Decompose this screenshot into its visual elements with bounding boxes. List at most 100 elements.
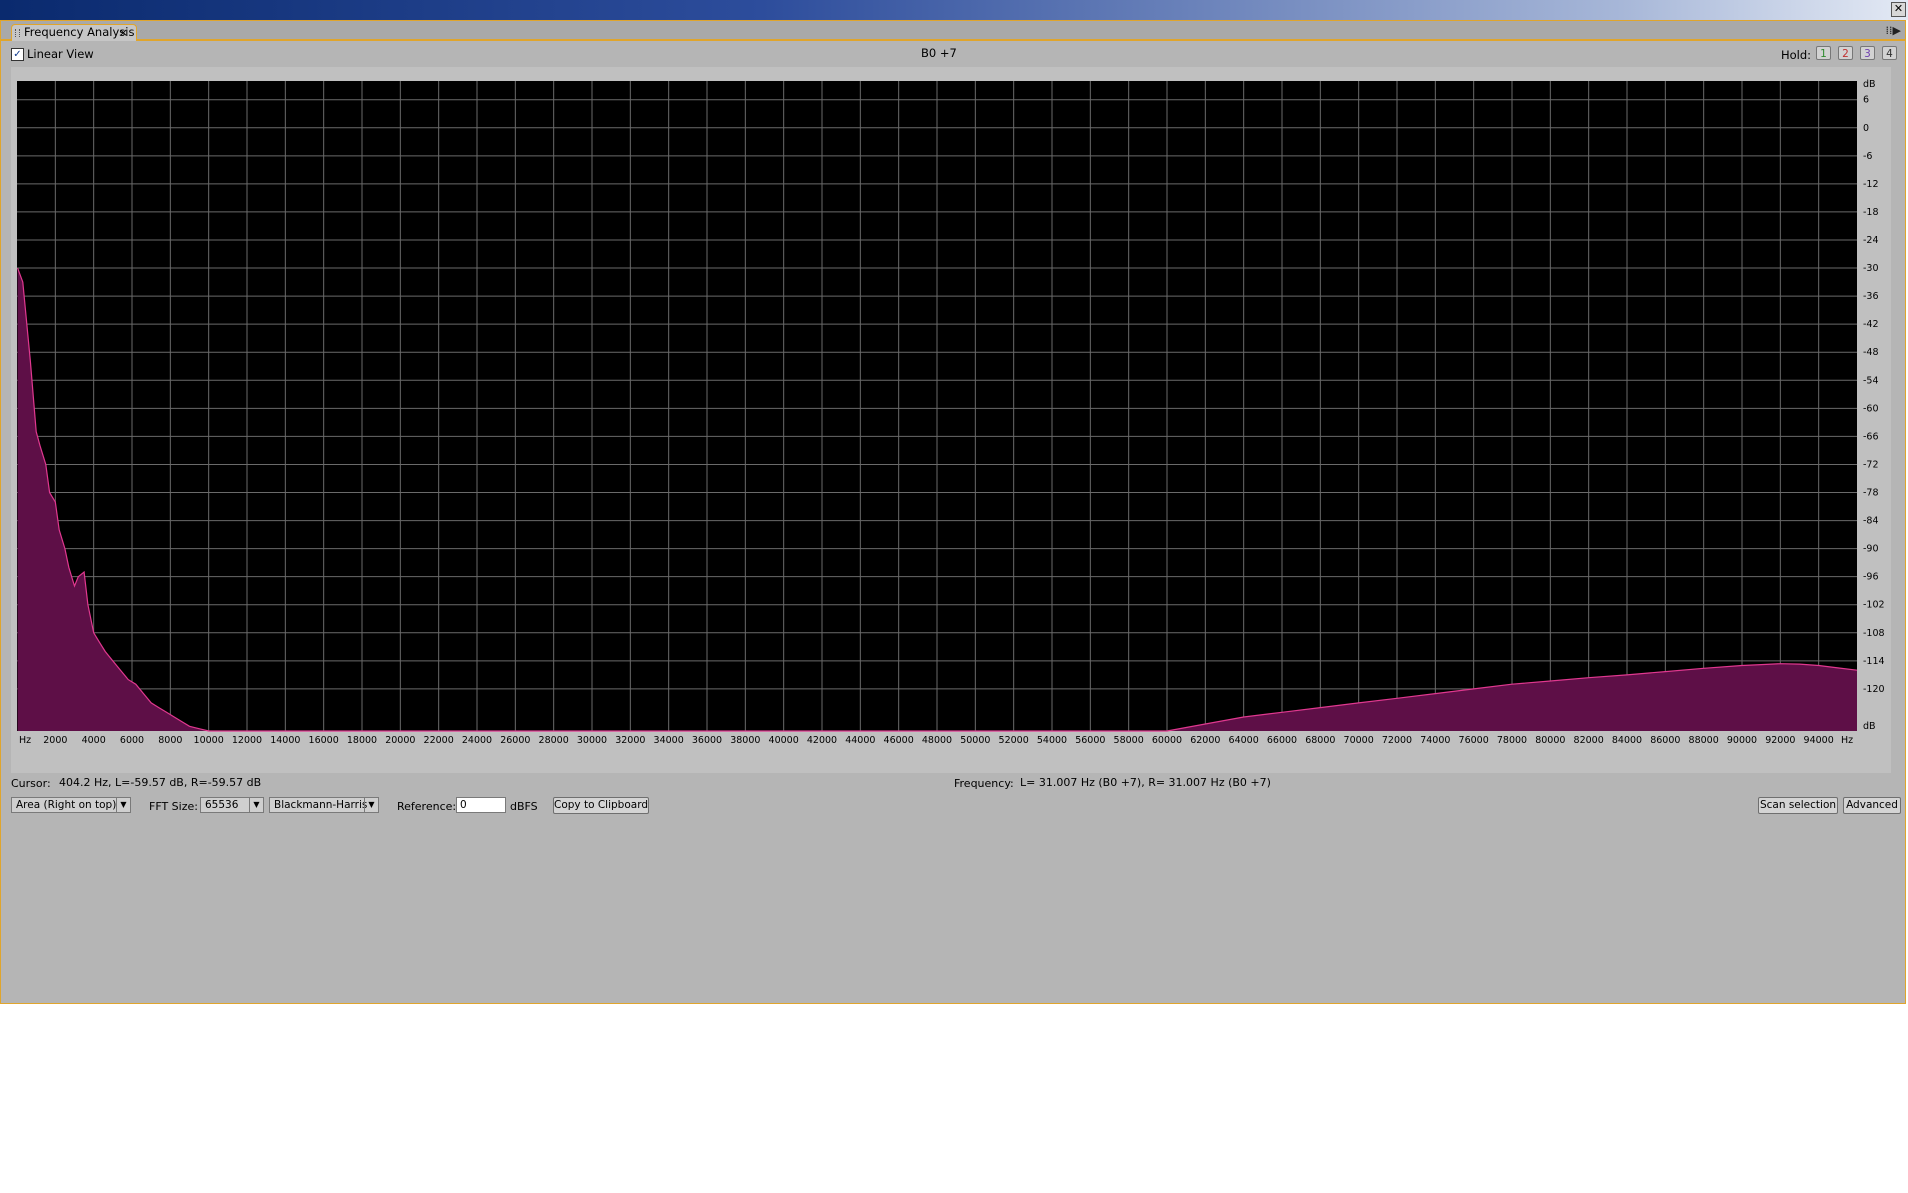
x-tick-label: 94000: [1804, 735, 1834, 746]
x-tick-label: 50000: [960, 735, 990, 746]
x-tick-label: 44000: [845, 735, 875, 746]
x-tick-label: 24000: [462, 735, 492, 746]
cursor-label: Cursor:: [11, 777, 51, 790]
x-tick-label: 42000: [807, 735, 837, 746]
y-tick-label: -12: [1863, 179, 1879, 190]
x-tick-label: 34000: [654, 735, 684, 746]
linear-view-checkbox[interactable]: ✓: [11, 48, 24, 61]
x-unit-label-right: Hz: [1841, 735, 1853, 746]
y-tick-label: -78: [1863, 488, 1879, 499]
x-tick-label: 88000: [1689, 735, 1719, 746]
frequency-readout: L= 31.007 Hz (B0 +7), R= 31.007 Hz (B0 +…: [1020, 776, 1271, 789]
scan-selection-button[interactable]: Scan selection: [1758, 797, 1838, 814]
y-tick-label: -108: [1863, 628, 1885, 639]
window-close-icon[interactable]: ✕: [1891, 2, 1906, 17]
x-tick-label: 46000: [884, 735, 914, 746]
window-function-dropdown[interactable]: Blackmann-Harris ▼: [269, 797, 379, 813]
status-bar: Cursor: 404.2 Hz, L=-59.57 dB, R=-59.57 …: [1, 773, 1905, 791]
y-tick-label: -18: [1863, 207, 1879, 218]
x-tick-label: 78000: [1497, 735, 1527, 746]
advanced-button[interactable]: Advanced: [1843, 797, 1901, 814]
x-tick-label: 4000: [82, 735, 106, 746]
x-tick-label: 82000: [1574, 735, 1604, 746]
x-tick-label: 22000: [424, 735, 454, 746]
y-unit-label-top: dB: [1863, 79, 1876, 90]
reference-input[interactable]: 0: [456, 797, 506, 813]
panel-menu-icon[interactable]: ⁞⁞▶: [1875, 24, 1901, 38]
frequency-analysis-panel: Frequency Analysis × ⁞⁞▶ ✓ Linear View B…: [0, 20, 1906, 1004]
x-tick-label: 14000: [270, 735, 300, 746]
y-tick-label: -114: [1863, 656, 1885, 667]
x-tick-label: 30000: [577, 735, 607, 746]
reference-label: Reference:: [397, 800, 457, 813]
y-tick-label: -60: [1863, 403, 1879, 414]
chevron-down-icon[interactable]: ▼: [364, 798, 378, 812]
fft-size-dropdown[interactable]: 65536 ▼: [200, 797, 264, 813]
hold-button-4[interactable]: 4: [1882, 46, 1897, 60]
x-tick-label: 80000: [1535, 735, 1565, 746]
x-tick-label: 26000: [500, 735, 530, 746]
y-tick-label: -120: [1863, 684, 1885, 695]
x-tick-label: 2000: [43, 735, 67, 746]
hold-button-2[interactable]: 2: [1838, 46, 1853, 60]
x-tick-label: 38000: [730, 735, 760, 746]
x-tick-label: 40000: [769, 735, 799, 746]
x-tick-label: 72000: [1382, 735, 1412, 746]
x-tick-label: 32000: [615, 735, 645, 746]
spectrum-toolbar: ✓ Linear View B0 +7 Hold: 1 2 3 4: [1, 43, 1905, 65]
spectrum-chart[interactable]: 2000 4000 6000 8000 10000 12000 14000 16000 1800…: [11, 67, 1891, 773]
cursor-readout: 404.2 Hz, L=-59.57 dB, R=-59.57 dB: [59, 776, 262, 789]
y-tick-label: 6: [1863, 95, 1869, 106]
x-tick-label: 74000: [1420, 735, 1450, 746]
x-tick-label: 18000: [347, 735, 377, 746]
x-tick-label: 92000: [1765, 735, 1795, 746]
chevron-down-icon[interactable]: ▼: [249, 798, 263, 812]
y-unit-label-bottom: dB: [1863, 721, 1876, 732]
y-tick-label: -90: [1863, 544, 1879, 555]
x-tick-label: 54000: [1037, 735, 1067, 746]
fft-size-value: 65536: [205, 799, 239, 811]
fft-size-label: FFT Size:: [149, 800, 198, 813]
y-tick-label: -102: [1863, 600, 1885, 611]
x-tick-label: 90000: [1727, 735, 1757, 746]
x-tick-label: 62000: [1190, 735, 1220, 746]
x-tick-label: 28000: [539, 735, 569, 746]
copy-to-clipboard-button[interactable]: Copy to Clipboard: [553, 797, 649, 814]
x-tick-label: 36000: [692, 735, 722, 746]
x-tick-label: 64000: [1229, 735, 1259, 746]
y-tick-label: -48: [1863, 347, 1879, 358]
chevron-down-icon[interactable]: ▼: [116, 798, 130, 812]
x-tick-label: 76000: [1459, 735, 1489, 746]
x-tick-label: 6000: [120, 735, 144, 746]
tab-frequency-analysis[interactable]: Frequency Analysis ×: [11, 24, 137, 41]
y-tick-label: -72: [1863, 459, 1879, 470]
x-tick-label: 10000: [194, 735, 224, 746]
x-tick-label: 16000: [309, 735, 339, 746]
hold-label: Hold:: [1781, 48, 1812, 62]
display-mode-dropdown[interactable]: Area (Right on top) ▼: [11, 797, 131, 813]
y-tick-label: -96: [1863, 572, 1879, 583]
window-titlebar[interactable]: ✕: [0, 0, 1908, 20]
linear-view-label: Linear View: [27, 47, 94, 61]
window-function-value: Blackmann-Harris: [274, 799, 368, 811]
x-tick-label: 84000: [1612, 735, 1642, 746]
spectrum-display[interactable]: 2000 4000 6000 8000 10000 12000 14000 16000 1800…: [11, 67, 1891, 773]
x-tick-label: 12000: [232, 735, 262, 746]
y-tick-label: -84: [1863, 516, 1879, 527]
x-tick-label: 68000: [1305, 735, 1335, 746]
y-tick-label: -66: [1863, 431, 1879, 442]
x-tick-label: 8000: [158, 735, 182, 746]
frequency-label: Frequency:: [954, 777, 1014, 790]
x-tick-label: 86000: [1650, 735, 1680, 746]
x-tick-label: 70000: [1344, 735, 1374, 746]
hold-button-3[interactable]: 3: [1860, 46, 1875, 60]
hold-button-1[interactable]: 1: [1816, 46, 1831, 60]
y-tick-label: -30: [1863, 263, 1879, 274]
x-unit-label-left: Hz: [19, 735, 31, 746]
y-tick-label: -54: [1863, 375, 1879, 386]
y-tick-label: 0: [1863, 123, 1869, 134]
panel-tabstrip: Frequency Analysis × ⁞⁞▶: [1, 21, 1905, 41]
y-tick-label: -24: [1863, 235, 1879, 246]
close-icon[interactable]: ×: [119, 25, 128, 40]
grip-icon[interactable]: [15, 29, 20, 37]
